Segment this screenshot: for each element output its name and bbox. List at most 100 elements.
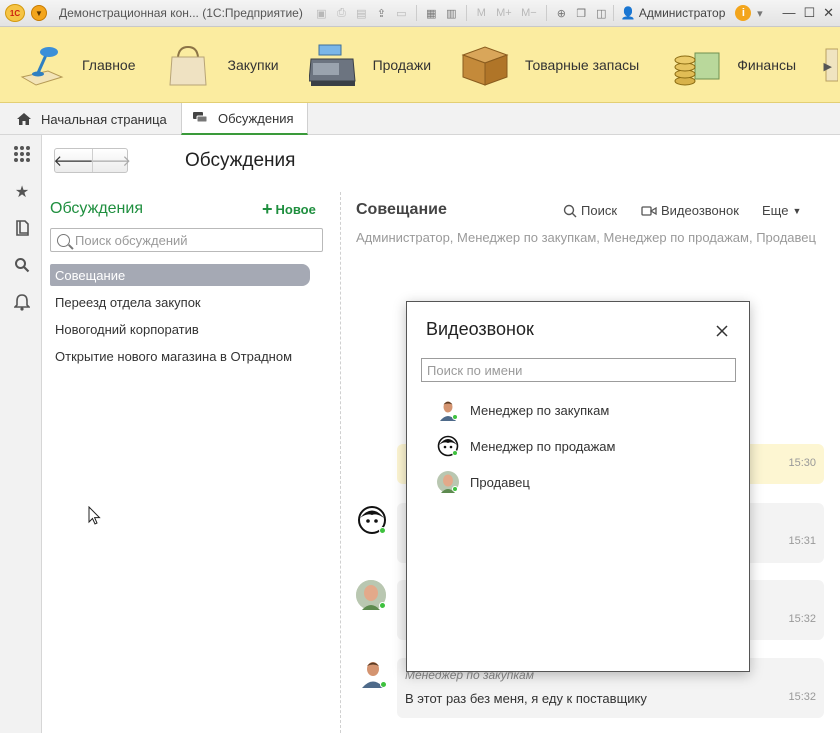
memory-m-plus-icon[interactable]: M+	[493, 5, 515, 22]
avatar-seller	[437, 471, 459, 493]
discussions-icon	[193, 112, 208, 123]
dialog-title: Видеозвонок	[426, 319, 534, 339]
minimize-icon[interactable]: —	[782, 5, 795, 21]
discussion-item[interactable]: Совещание	[50, 264, 310, 286]
info-icon[interactable]: i	[735, 5, 752, 21]
calendar-icon[interactable]: ▥	[443, 5, 460, 22]
open-tabs: Начальная страница Обсуждения	[0, 103, 840, 135]
windows-icon[interactable]: ❐	[573, 5, 590, 22]
tab-label: Обсуждения	[218, 110, 294, 126]
discussion-item[interactable]: Переезд отдела закупок	[50, 291, 310, 313]
chevron-down-icon[interactable]: ▾	[751, 5, 768, 22]
contact-name: Менеджер по продажам	[470, 438, 616, 454]
message-text: В этот раз без меня, я еду к поставщику	[405, 691, 647, 706]
avatar-purchase-manager	[358, 658, 388, 688]
home-icon	[17, 113, 31, 125]
chevron-down-icon: ▼	[792, 205, 802, 216]
window-title: Демонстрационная кон... (1С:Предприятие)	[59, 6, 303, 20]
toolbar-separator	[415, 5, 417, 21]
contact-item[interactable]: Менеджер по закупкам	[437, 397, 727, 423]
main-menu-icon[interactable]: ▼	[31, 5, 47, 21]
notifications-bell-icon[interactable]	[13, 293, 31, 311]
tab-home[interactable]: Начальная страница	[0, 103, 181, 135]
video-camera-icon	[641, 205, 657, 216]
discussion-item[interactable]: Новогодний корпоратив	[50, 318, 310, 340]
toolbar-separator	[612, 5, 614, 21]
discussion-item[interactable]: Открытие нового магазина в Отрадном	[50, 345, 310, 367]
tab-discussions[interactable]: Обсуждения	[181, 103, 308, 135]
history-icon[interactable]	[13, 219, 31, 237]
discussion-search	[50, 228, 323, 252]
contact-search	[421, 358, 736, 382]
toolbar-icons: ▣ ⎙ ▤ ⇪ ▭ ▦ ▥ M M+ M− ⊕ ❐ ◫	[313, 5, 610, 22]
section-purchases[interactable]: Закупки	[136, 27, 279, 103]
video-call-label: Видеозвонок	[661, 203, 739, 218]
favorites-star-icon[interactable]: ★	[13, 183, 31, 201]
section-sales[interactable]: Продажи	[279, 27, 431, 103]
user-icon: 👤	[620, 6, 636, 20]
forward-arrow-icon[interactable]: 🡒	[91, 149, 131, 172]
contact-search-input[interactable]	[422, 359, 735, 381]
plus-icon: +	[262, 199, 273, 219]
memory-m-icon[interactable]: M	[473, 5, 490, 22]
online-indicator	[452, 414, 458, 420]
calculator-icon[interactable]: ▦	[423, 5, 440, 22]
close-icon[interactable]	[712, 321, 732, 341]
message-time: 15:32	[788, 691, 816, 703]
window-controls: — ☐ ✕	[782, 5, 834, 21]
search-label: Поиск	[581, 203, 618, 218]
copy-icon[interactable]: ▭	[393, 5, 410, 22]
save-icon[interactable]: ▣	[313, 5, 330, 22]
video-call-button[interactable]: Видеозвонок	[641, 203, 739, 218]
avatar-sales-manager	[437, 435, 459, 457]
panel-divider	[340, 192, 341, 733]
current-user[interactable]: 👤 Администратор	[621, 6, 726, 20]
contact-name: Менеджер по закупкам	[470, 402, 610, 418]
search-icon[interactable]	[13, 256, 31, 274]
navigation-buttons: 🡐 🡒	[53, 148, 131, 173]
section-main[interactable]: Главное	[0, 27, 136, 103]
section-label: Закупки	[227, 56, 279, 73]
tab-label: Начальная страница	[41, 111, 167, 127]
section-label: Продажи	[372, 56, 432, 73]
section-label: Товарные запасы	[525, 56, 640, 73]
panels-icon[interactable]: ◫	[593, 5, 610, 22]
discussions-header: Обсуждения	[50, 200, 143, 217]
user-name: Администратор	[638, 6, 726, 20]
avatar-purchase-manager	[437, 399, 459, 421]
online-indicator	[452, 486, 458, 492]
conversation-search-button[interactable]: Поиск	[563, 203, 617, 218]
coins-icon	[674, 52, 720, 85]
contact-item[interactable]: Менеджер по продажам	[437, 433, 727, 459]
contact-item[interactable]: Продавец	[437, 469, 727, 495]
preview-icon[interactable]: ▤	[353, 5, 370, 22]
message-time: 15:30	[788, 457, 816, 469]
print-icon[interactable]: ⎙	[333, 5, 350, 22]
discussion-search-input[interactable]	[75, 232, 320, 248]
link-icon[interactable]: ⇪	[373, 5, 390, 22]
toolbar-separator	[465, 5, 467, 21]
conversation-title: Совещание	[356, 201, 447, 218]
1c-logo-icon: 1С	[5, 4, 25, 22]
close-window-icon[interactable]: ✕	[823, 5, 834, 21]
toolbar-separator	[545, 5, 547, 21]
title-bar: 1С ▼ Демонстрационная кон... (1С:Предпри…	[0, 0, 840, 27]
avatar-sales-manager	[357, 505, 387, 535]
left-rail: ★	[0, 135, 42, 733]
back-arrow-icon[interactable]: 🡐	[53, 149, 93, 172]
avatar-seller	[356, 580, 386, 610]
chevron-right-icon[interactable]: ▶	[824, 60, 832, 73]
section-inventory[interactable]: Товарные запасы	[431, 27, 639, 103]
memory-m-minus-icon[interactable]: M−	[518, 5, 540, 22]
new-discussion-button[interactable]: + Новое	[262, 199, 316, 219]
box-icon	[461, 45, 509, 86]
more-button[interactable]: Еще ▼	[762, 203, 801, 218]
shopping-bag-icon	[168, 45, 207, 85]
mouse-cursor-icon	[88, 506, 101, 525]
apps-grid-icon[interactable]	[13, 145, 31, 163]
online-indicator	[452, 450, 458, 456]
section-finance[interactable]: Финансы	[639, 27, 796, 103]
more-label: Еще	[762, 203, 789, 218]
zoom-icon[interactable]: ⊕	[553, 5, 570, 22]
maximize-icon[interactable]: ☐	[803, 5, 815, 21]
